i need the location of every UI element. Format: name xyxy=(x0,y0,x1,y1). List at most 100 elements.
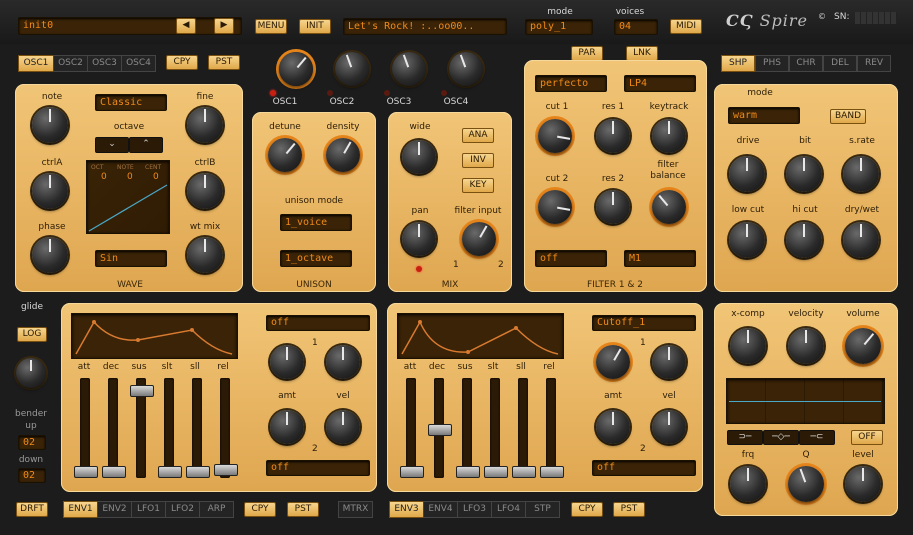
shaper-mode-select[interactable]: warm xyxy=(728,107,800,124)
env-paste-button[interactable]: PST xyxy=(287,502,319,517)
env1-fader-cap-sll[interactable] xyxy=(186,466,210,478)
tab-osc4[interactable]: OSC4 xyxy=(121,55,156,72)
env1-fader-cap-rel[interactable] xyxy=(214,464,238,477)
cut2-knob[interactable] xyxy=(538,190,572,224)
env3-vel2-knob[interactable] xyxy=(652,410,686,444)
filter1-type-select[interactable]: perfecto xyxy=(535,75,607,92)
filter-input-knob[interactable] xyxy=(462,222,496,256)
env1-fader-sll[interactable] xyxy=(186,378,210,478)
wave-type-select[interactable]: Classic xyxy=(95,94,167,111)
hicut-knob[interactable] xyxy=(786,222,822,258)
env3-fader-att[interactable] xyxy=(400,378,424,478)
midi-button[interactable]: MIDI xyxy=(670,19,702,34)
frq-knob[interactable] xyxy=(730,466,766,502)
env1-vel1-knob[interactable] xyxy=(326,345,360,379)
osc-copy-button[interactable]: CPY xyxy=(166,55,198,70)
env3-fader-rel[interactable] xyxy=(540,378,564,478)
env3-fader-cap-dec[interactable] xyxy=(428,423,452,436)
tab-shp[interactable]: SHP xyxy=(721,55,755,72)
tab-env1[interactable]: ENV1 xyxy=(63,501,98,518)
tab-osc3[interactable]: OSC3 xyxy=(87,55,122,72)
preset-next-button[interactable]: ▶ xyxy=(214,18,234,34)
preset-display[interactable]: init0 xyxy=(18,17,242,35)
menu-button[interactable]: MENU xyxy=(255,19,287,34)
env1-fader-cap-slt[interactable] xyxy=(158,466,182,478)
pan-knob[interactable] xyxy=(402,222,436,256)
eq-lowshelf-button[interactable]: ⊃─ xyxy=(727,430,763,445)
osc1-level-knob[interactable] xyxy=(279,52,313,86)
tab-env4[interactable]: ENV4 xyxy=(423,501,458,518)
velocity-knob[interactable] xyxy=(788,328,824,364)
tab-lfo1[interactable]: LFO1 xyxy=(131,501,166,518)
env1-vel2-knob[interactable] xyxy=(326,410,360,444)
env1-dest2-select[interactable]: off xyxy=(266,460,370,476)
phase-knob[interactable] xyxy=(32,237,68,273)
q-knob[interactable] xyxy=(788,466,824,502)
filter-balance-knob[interactable] xyxy=(652,190,686,224)
log-button[interactable]: LOG xyxy=(17,327,47,342)
env3-fader-sus[interactable] xyxy=(456,378,480,478)
eq-highshelf-button[interactable]: ─⊂ xyxy=(799,430,835,445)
env3-amt2-knob[interactable] xyxy=(596,410,630,444)
tab-arp[interactable]: ARP xyxy=(199,501,234,518)
filter-par-button[interactable]: PAR xyxy=(571,46,603,61)
env3-dest2-select[interactable]: off xyxy=(592,460,696,476)
env3-fader-cap-rel[interactable] xyxy=(540,466,564,478)
eq-peak-button[interactable]: ─◇─ xyxy=(763,430,799,445)
density-knob[interactable] xyxy=(326,138,360,172)
tab-phs[interactable]: PHS xyxy=(755,55,789,72)
env1-fader-cap-sus[interactable] xyxy=(130,385,154,398)
drive-knob[interactable] xyxy=(729,156,765,192)
tab-mtrx[interactable]: MTRX xyxy=(338,501,373,518)
bit-knob[interactable] xyxy=(786,156,822,192)
env3-amt1-knob[interactable] xyxy=(596,345,630,379)
drft-button[interactable]: DRFT xyxy=(16,502,48,517)
env1-fader-rel[interactable] xyxy=(214,378,238,478)
osc-paste-button[interactable]: PST xyxy=(208,55,240,70)
env1-fader-att[interactable] xyxy=(74,378,98,478)
env1-amt2-knob[interactable] xyxy=(270,410,304,444)
tab-env2[interactable]: ENV2 xyxy=(97,501,132,518)
voices-select[interactable]: 04 xyxy=(614,19,658,35)
srate-knob[interactable] xyxy=(843,156,879,192)
ctrla-knob[interactable] xyxy=(32,173,68,209)
tab-env3[interactable]: ENV3 xyxy=(389,501,424,518)
init-button[interactable]: INIT xyxy=(299,19,331,34)
octave-up-button[interactable]: ⌃ xyxy=(129,137,163,153)
env3-fader-dec[interactable] xyxy=(428,378,452,478)
env3-fader-cap-sll[interactable] xyxy=(512,466,536,478)
env3-vel1-knob[interactable] xyxy=(652,345,686,379)
env1-fader-cap-dec[interactable] xyxy=(102,466,126,478)
key-button[interactable]: KEY xyxy=(462,178,494,193)
glide-knob[interactable] xyxy=(16,358,46,388)
inv-button[interactable]: INV xyxy=(462,153,494,168)
band-button[interactable]: BAND xyxy=(830,109,866,124)
tab-osc1[interactable]: OSC1 xyxy=(18,55,54,72)
wave-shape-select[interactable]: Sin xyxy=(95,250,167,267)
drywet-knob[interactable] xyxy=(843,222,879,258)
eq-off-button[interactable]: OFF xyxy=(851,430,883,445)
osc4-level-knob[interactable] xyxy=(449,52,483,86)
env3-fader-slt[interactable] xyxy=(484,378,508,478)
osc2-level-knob[interactable] xyxy=(335,52,369,86)
osc3-level-knob[interactable] xyxy=(392,52,426,86)
cut1-knob[interactable] xyxy=(538,119,572,153)
env1-fader-cap-att[interactable] xyxy=(74,466,98,478)
ctrlb-knob[interactable] xyxy=(187,173,223,209)
env3-fader-cap-sus[interactable] xyxy=(456,466,480,478)
wtmix-knob[interactable] xyxy=(187,237,223,273)
res2-knob[interactable] xyxy=(596,190,630,224)
tab-rev[interactable]: REV xyxy=(857,55,891,72)
tab-lfo4[interactable]: LFO4 xyxy=(491,501,526,518)
unison-octave-select[interactable]: 1_octave xyxy=(280,250,352,267)
env-copy-button[interactable]: CPY xyxy=(244,502,276,517)
env1-fader-dec[interactable] xyxy=(102,378,126,478)
tab-lfo2[interactable]: LFO2 xyxy=(165,501,200,518)
bender-up-value[interactable]: 02 xyxy=(18,435,46,450)
xcomp-knob[interactable] xyxy=(730,328,766,364)
octave-down-button[interactable]: ⌄ xyxy=(95,137,129,153)
tab-osc2[interactable]: OSC2 xyxy=(53,55,88,72)
env1-fader-slt[interactable] xyxy=(158,378,182,478)
lowcut-knob[interactable] xyxy=(729,222,765,258)
env1-fader-sus[interactable] xyxy=(130,378,154,478)
